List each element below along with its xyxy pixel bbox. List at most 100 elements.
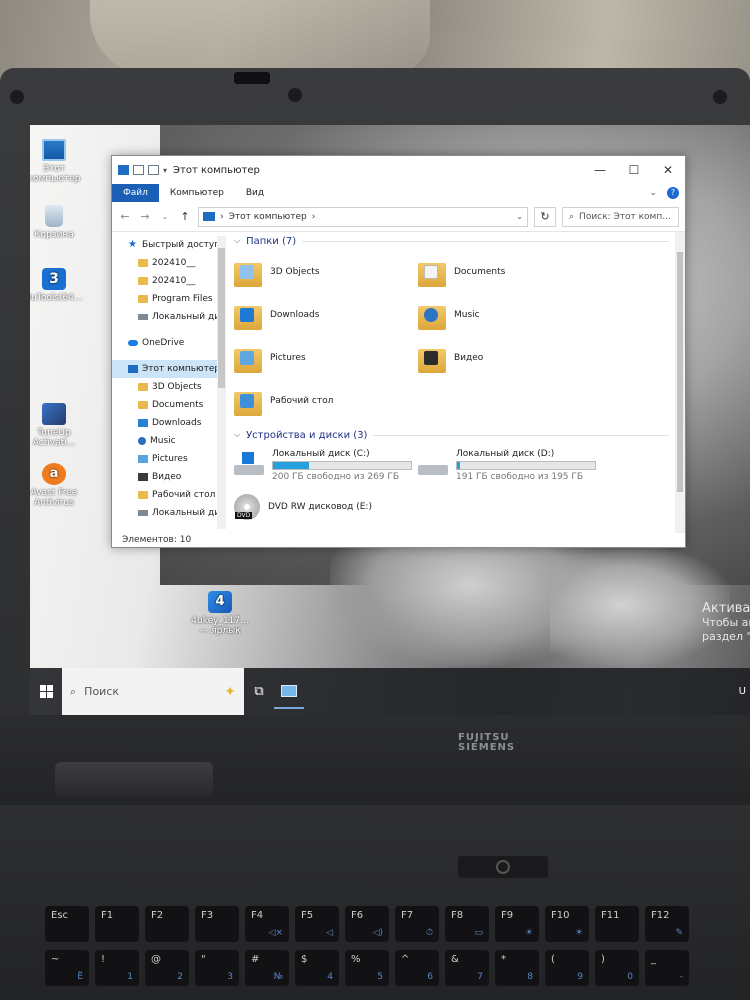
folder-tile[interactable]: Рабочий стол [234,379,418,422]
nav-item[interactable]: Downloads [112,414,226,432]
webcam [234,72,270,84]
keyboard-key[interactable]: F2 [145,906,189,942]
nav-item[interactable]: 202410__ [112,254,226,272]
nav-item[interactable]: Этот компьютер [112,360,226,378]
content-scrollbar[interactable] [675,232,685,533]
tab-computer[interactable]: Компьютер [159,184,235,202]
keyboard-key[interactable]: % 5 [345,950,389,986]
folder-tile[interactable]: Documents [418,250,602,293]
screen: Этот компьютер Корзина 3 3uTools(64... T… [30,125,750,715]
nav-item[interactable]: ★ Быстрый доступ [112,236,226,254]
folder-tile[interactable]: Видео [418,336,602,379]
keyboard-key[interactable]: F10 ☀ [545,906,589,942]
power-button[interactable] [458,856,548,878]
recent-locations-icon[interactable]: ⌄ [158,212,172,221]
taskbar-explorer-button[interactable] [274,675,304,709]
keyboard-key[interactable]: Esc [45,906,89,942]
group-header-folders[interactable]: ⌵ Папки (7) [234,232,685,250]
start-button[interactable] [30,668,62,715]
keyboard-key[interactable]: F7 ⏱ [395,906,439,942]
back-button[interactable]: ← [118,210,132,223]
folder-tile[interactable]: Downloads [234,293,418,336]
nav-item[interactable]: Program Files [112,290,226,308]
help-icon[interactable]: ? [667,187,679,199]
keyboard-key[interactable]: F9 ☀ [495,906,539,942]
nav-item[interactable]: Видео [112,468,226,486]
keyboard-key[interactable]: # № [245,950,289,986]
power-icon [496,860,510,874]
keyboard-key[interactable]: ~ Ё [45,950,89,986]
tab-view[interactable]: Вид [235,184,275,202]
customize-toolbar-icon[interactable]: ▾ [163,166,167,175]
nav-item[interactable]: Music [112,432,226,450]
folder-tile[interactable]: Pictures [234,336,418,379]
nav-item[interactable]: 3D Objects [112,378,226,396]
keyboard-key[interactable]: F8 ▭ [445,906,489,942]
keyboard-key[interactable]: F12 ✎ [645,906,689,942]
task-view-icon[interactable]: ⧉ [244,684,274,699]
group-header-devices[interactable]: ⌵ Устройства и диски (3) [234,426,685,444]
group-label: Устройства и диски (3) [246,429,368,441]
keyboard-key[interactable]: F1 [95,906,139,942]
properties-icon[interactable] [133,165,144,175]
keyboard-key[interactable]: ^ 6 [395,950,439,986]
tab-file[interactable]: Файл [112,184,159,202]
nav-item[interactable]: 202410__ [112,272,226,290]
search-highlights-icon[interactable]: ✦ [224,684,236,700]
nav-item[interactable]: Documents [112,396,226,414]
keyboard-key[interactable]: F11 [595,906,639,942]
keyboard-key[interactable]: * 8 [495,950,539,986]
desktop-icon-tuneup[interactable]: TuneUp Activati... [30,403,84,448]
folder-icon [138,259,148,267]
keyboard-key[interactable]: & 7 [445,950,489,986]
nav-item[interactable]: OneDrive [112,334,226,352]
folder-icon [138,401,148,409]
desktop-icon-recycle-bin[interactable]: Корзина [30,205,84,240]
keyboard-key[interactable]: " 3 [195,950,239,986]
drive-tile-dvd[interactable]: DVD DVD RW дисковод (E:) [234,486,685,528]
close-button[interactable]: ✕ [651,163,685,177]
address-bar[interactable]: › Этот компьютер › ⌄ [198,206,528,227]
title-bar[interactable]: ▾ Этот компьютер — ☐ ✕ [112,156,685,184]
expand-ribbon-icon[interactable]: ⌄ [649,188,657,198]
keyboard-key[interactable]: ! 1 [95,950,139,986]
search-box[interactable]: ⌕ Поиск: Этот комп... [562,206,679,227]
nav-item[interactable]: Локальный дис [112,308,226,326]
keyboard-key[interactable]: F4 ◁× [245,906,289,942]
taskbar-search[interactable]: ⌕ Поиск ✦ [62,668,244,715]
forward-button[interactable]: → [138,210,152,223]
key-label: ! [101,954,106,965]
nav-item[interactable]: Pictures [112,450,226,468]
address-dropdown-icon[interactable]: ⌄ [516,212,523,221]
desktop-icon-3utools[interactable]: 3 3uTools(64... [30,268,84,303]
up-button[interactable]: ↑ [178,210,192,223]
refresh-button[interactable]: ↻ [534,206,556,227]
group-label: Папки (7) [246,235,297,247]
maximize-button[interactable]: ☐ [617,163,651,177]
system-tray[interactable]: U [739,686,750,697]
desktop-icon-avast[interactable]: a Avast Free Antivirus [30,463,84,508]
keyboard-key[interactable]: F3 [195,906,239,942]
drive-tile[interactable]: Локальный диск (D:) 191 ГБ свободно из 19… [418,444,602,486]
folder-tile[interactable]: 3D Objects [234,250,418,293]
desktop-icon-4ukey[interactable]: 4 4ukey_117... — ярлык [190,591,250,636]
keyboard-key[interactable]: _ - [645,950,689,986]
nav-scrollbar[interactable] [217,236,226,529]
breadcrumb-this-pc[interactable]: Этот компьютер [229,212,307,222]
drive-tile[interactable]: Локальный диск (C:) 200 ГБ свободно из 26… [234,444,418,486]
keyboard-key[interactable]: F6 ◁) [345,906,389,942]
nav-item[interactable]: Рабочий стол [112,486,226,504]
keyboard-key[interactable]: $4 [295,950,339,986]
folder-tile[interactable]: Music [418,293,602,336]
new-folder-icon[interactable] [148,165,159,175]
minimize-button[interactable]: — [583,163,617,177]
folder-icon [138,383,148,391]
keyboard-key[interactable]: (9 [545,950,589,986]
recycle-bin-icon [45,205,63,227]
keyboard-key[interactable]: @2 [145,950,189,986]
key-alt-label: 9 [577,972,583,982]
keyboard-key[interactable]: F5 ◁ [295,906,339,942]
keyboard-key[interactable]: ) 0 [595,950,639,986]
nav-item[interactable]: Локальный дис [112,504,226,522]
desktop-icon-this-pc[interactable]: Этот компьютер [30,139,84,184]
